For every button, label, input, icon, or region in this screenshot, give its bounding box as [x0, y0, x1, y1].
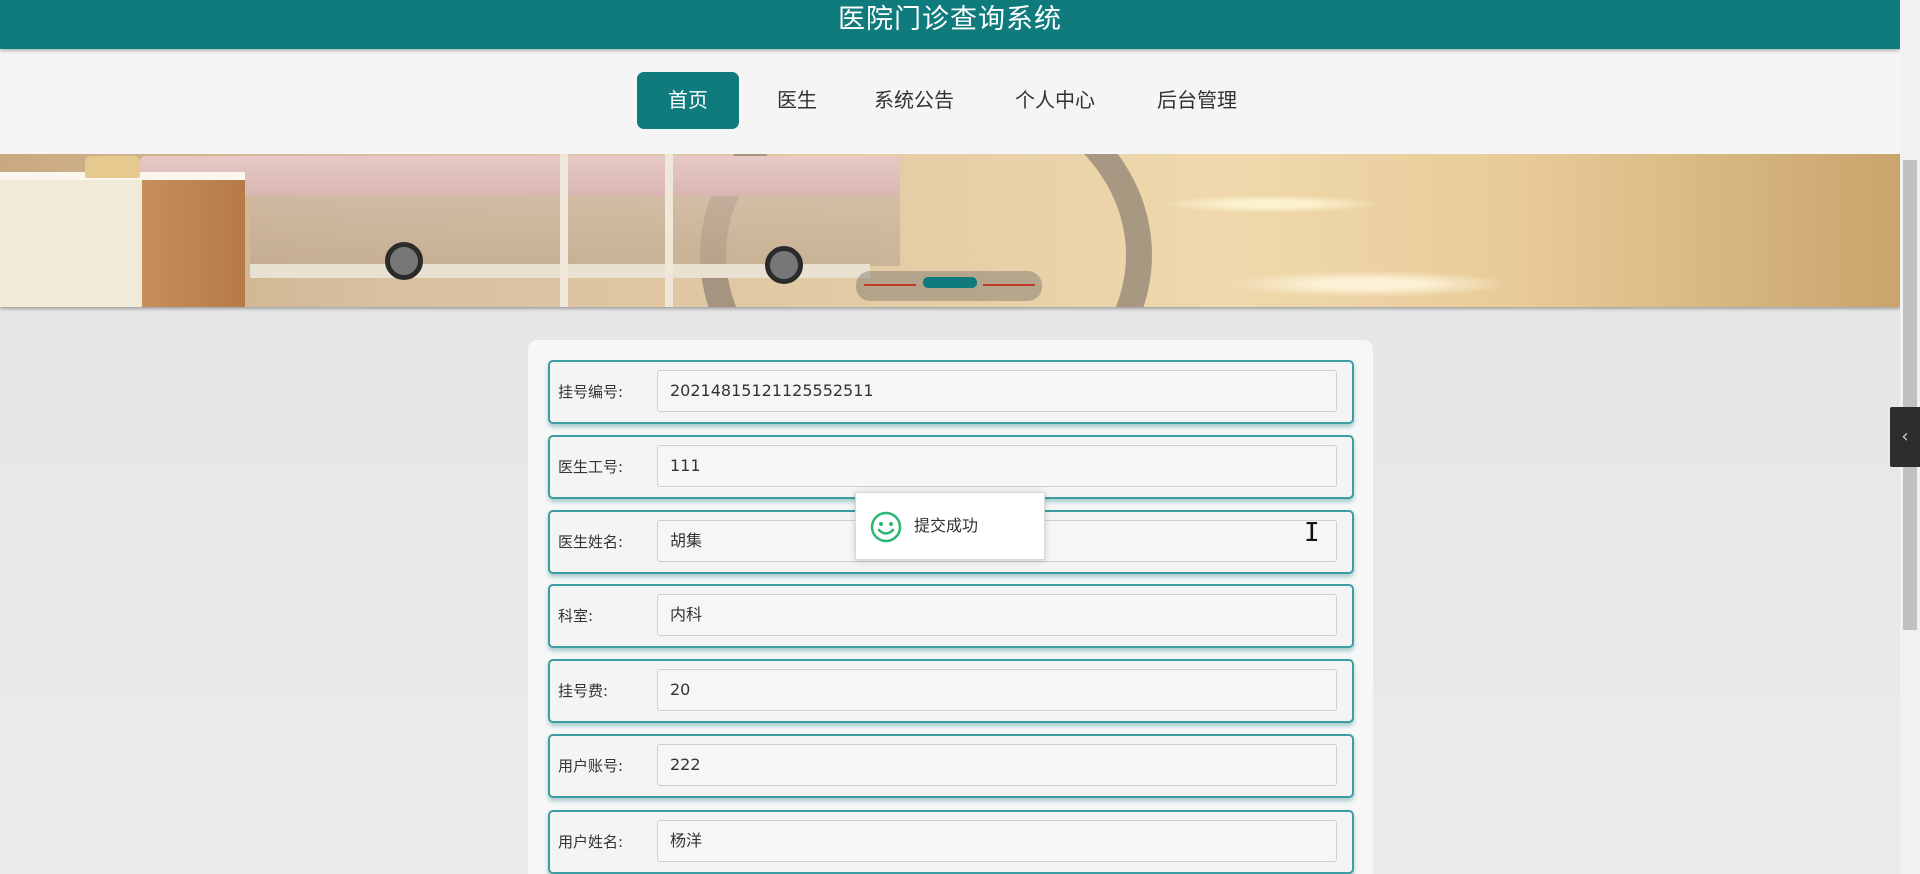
- nav-doctors[interactable]: 医生: [765, 72, 829, 129]
- field-row-user-account: 用户账号: 222: [548, 734, 1354, 798]
- user-account-input[interactable]: 222: [657, 744, 1337, 786]
- field-label: 医生姓名:: [558, 533, 624, 551]
- nav-personal-center[interactable]: 个人中心: [1003, 72, 1107, 129]
- field-label: 医生工号:: [558, 458, 624, 476]
- nav-admin[interactable]: 后台管理: [1145, 72, 1249, 129]
- chevron-left-icon: ‹: [1901, 426, 1909, 447]
- nav-home[interactable]: 首页: [637, 72, 739, 129]
- banner-lamp: [85, 156, 140, 178]
- field-row-registration-no: 挂号编号: 2021481512112555​2511: [548, 360, 1354, 424]
- banner-bed: [140, 156, 900, 196]
- doctor-id-input[interactable]: 111: [657, 445, 1337, 487]
- banner-wheel: [765, 246, 803, 284]
- text-cursor-icon: I: [1304, 518, 1320, 548]
- field-label: 挂号编号:: [558, 383, 624, 401]
- field-row-user-name: 用户姓名: 杨洋: [548, 810, 1354, 874]
- banner-pole: [560, 154, 568, 307]
- banner-bed-under: [250, 194, 900, 266]
- app-title: 医院门诊查询系统: [838, 4, 1062, 35]
- field-row-department: 科室: 内科: [548, 584, 1354, 648]
- field-row-doctor-id: 医生工号: 111: [548, 435, 1354, 499]
- header-bar: 医院门诊查询系统: [0, 0, 1900, 49]
- field-row-fee: 挂号费: 20: [548, 659, 1354, 723]
- nav-announcements[interactable]: 系统公告: [862, 72, 966, 129]
- page: 医院门诊查询系统 首页 医生 系统公告 个人中心 后台管理 挂号编号: 2021…: [0, 0, 1920, 874]
- side-panel-toggle[interactable]: ‹: [1890, 407, 1920, 467]
- carousel-dot-2[interactable]: [923, 277, 977, 288]
- department-input[interactable]: 内科: [657, 594, 1337, 636]
- field-label: 用户姓名:: [558, 833, 624, 851]
- user-name-input[interactable]: 杨洋: [657, 820, 1337, 862]
- carousel-dot-1[interactable]: [864, 284, 916, 286]
- scrollbar-thumb[interactable]: [1903, 160, 1917, 630]
- banner-cabinet: [0, 176, 245, 307]
- fee-input[interactable]: 20: [657, 669, 1337, 711]
- banner-carousel: [0, 154, 1900, 307]
- main-nav: 首页 医生 系统公告 个人中心 后台管理: [0, 49, 1900, 154]
- smiley-icon: [870, 511, 902, 543]
- banner-wheel: [385, 242, 423, 280]
- registration-no-input[interactable]: 2021481512112555​2511: [657, 370, 1337, 412]
- carousel-dot-3[interactable]: [983, 284, 1035, 286]
- success-toast: 提交成功: [855, 492, 1045, 560]
- field-label: 挂号费:: [558, 682, 609, 700]
- toast-message: 提交成功: [914, 516, 979, 535]
- field-label: 科室:: [558, 607, 594, 625]
- banner-pole: [665, 154, 673, 307]
- field-label: 用户账号:: [558, 757, 624, 775]
- registration-detail-card: 挂号编号: 2021481512112555​2511 医生工号: 111 医生…: [528, 340, 1373, 874]
